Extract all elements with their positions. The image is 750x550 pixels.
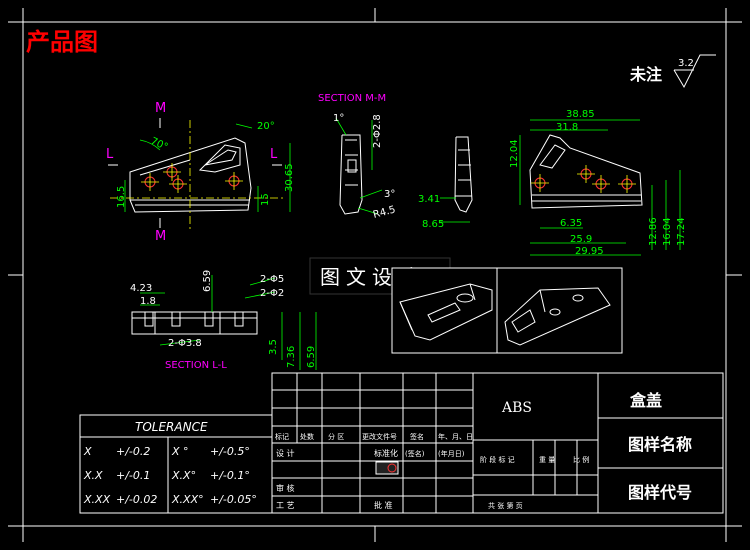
drawing-code-label: 图样代号 xyxy=(628,483,692,502)
front-height-3-label: 30.65 xyxy=(284,163,295,192)
tolerance-cell: +/-0.1 xyxy=(116,469,150,482)
sheet-label: 共 张 第 页 xyxy=(488,501,523,510)
section-marker-m-bottom: M xyxy=(155,229,166,244)
rev-header-sign: 签名 xyxy=(410,432,424,441)
mm-angle-label: 1° xyxy=(333,113,344,124)
tolerance-title: TOLERANCE xyxy=(135,420,208,434)
front-angle-top-label: 20° xyxy=(257,121,275,132)
roughness-note: 未注 xyxy=(629,65,662,84)
ll-height-2-label: 3.5 xyxy=(268,339,279,355)
front-height-2-label: 15 xyxy=(260,193,271,206)
tolerance-cell: +/-0.02 xyxy=(116,493,157,506)
stage-mark-label: 阶 段 标 记 xyxy=(480,455,515,464)
sign-label: (签名) xyxy=(405,449,425,458)
cad-drawing-canvas: 产品图 未注 3.2 70° 20° 16.5 15 30.65 M M L L… xyxy=(0,0,750,550)
right-width-1-label: 38.85 xyxy=(566,109,595,120)
rev-header-file: 更改文件号 xyxy=(362,432,397,441)
right-height-4-label: 17.24 xyxy=(676,217,687,246)
side-left-dim-1: 3.41 xyxy=(418,194,440,205)
section-ll-title: SECTION L-L xyxy=(165,360,227,371)
scale-label: 比 例 xyxy=(573,455,589,464)
tolerance-cell: X.X° xyxy=(171,469,196,482)
mm-angle-2-label: 3° xyxy=(384,189,395,200)
ll-width-2-label: 1.8 xyxy=(140,296,156,307)
tolerance-cell: +/-0.1° xyxy=(210,469,250,482)
drawing-name-label: 图样名称 xyxy=(628,435,692,454)
section-marker-m-top: M xyxy=(155,101,166,116)
right-height-2-label: 12.86 xyxy=(648,217,659,246)
tolerance-cell: +/-0.2 xyxy=(116,445,150,458)
right-width-4-label: 25.9 xyxy=(570,234,592,245)
rev-header-date: 年、月、日 xyxy=(438,432,473,441)
tolerance-cell: X xyxy=(83,445,92,458)
iso-views xyxy=(391,267,623,354)
design-label: 设 计 xyxy=(276,448,295,458)
ll-width-1-label: 4.23 xyxy=(130,283,152,294)
ll-height-1-label: 6.59 xyxy=(202,270,213,292)
part-name-value: 盒盖 xyxy=(630,391,662,410)
ll-diameter-2-label: 2-Φ2 xyxy=(260,288,284,299)
iso-view-1-frame xyxy=(391,267,498,354)
tolerance-cell: X ° xyxy=(171,445,189,458)
side-left-dim-2: 8.65 xyxy=(422,219,444,230)
section-marker-l-right: L xyxy=(270,147,278,162)
review-label: 审 核 xyxy=(276,483,295,493)
tolerance-cell: X.XX° xyxy=(171,493,204,506)
roughness-value: 3.2 xyxy=(678,58,694,69)
tolerance-cell: X.XX xyxy=(83,493,111,506)
tolerance-cell: X.X xyxy=(83,469,103,482)
tolerance-cell: +/-0.5° xyxy=(210,445,250,458)
date-label: (年月日) xyxy=(438,449,465,458)
ll-diameter-3-label: 2-Φ3.8 xyxy=(168,338,202,349)
ll-diameter-1-label: 2-Φ5 xyxy=(260,274,284,285)
drawing-title: 产品图 xyxy=(26,28,98,56)
right-width-5-label: 29.95 xyxy=(575,246,604,257)
section-mm-title: SECTION M-M xyxy=(318,93,386,104)
standard-label: 标准化 xyxy=(374,448,398,458)
front-height-1-label: 16.5 xyxy=(116,186,127,208)
ll-height-3-label: 7.36 xyxy=(286,346,297,368)
rev-header-count: 处数 xyxy=(300,432,314,441)
right-height-1-label: 12.04 xyxy=(509,139,520,168)
weight-label: 重 量 xyxy=(539,456,555,464)
tolerance-cell: +/-0.05° xyxy=(210,493,257,506)
right-height-3-label: 16.04 xyxy=(662,217,673,246)
material-value: ABS xyxy=(501,400,532,416)
rev-header-mark: 标记 xyxy=(275,432,289,441)
mm-diameter-label: 2-Φ2.8 xyxy=(372,114,383,148)
rev-header-zone: 分 区 xyxy=(328,432,344,441)
right-width-3-label: 6.35 xyxy=(560,218,582,229)
approve-label: 批 准 xyxy=(374,500,393,510)
right-width-2-label: 31.8 xyxy=(556,122,578,133)
cad-logo xyxy=(375,461,399,475)
section-marker-l-left: L xyxy=(106,147,114,162)
process-label: 工 艺 xyxy=(276,501,295,510)
ll-height-4-label: 6.59 xyxy=(306,346,317,368)
